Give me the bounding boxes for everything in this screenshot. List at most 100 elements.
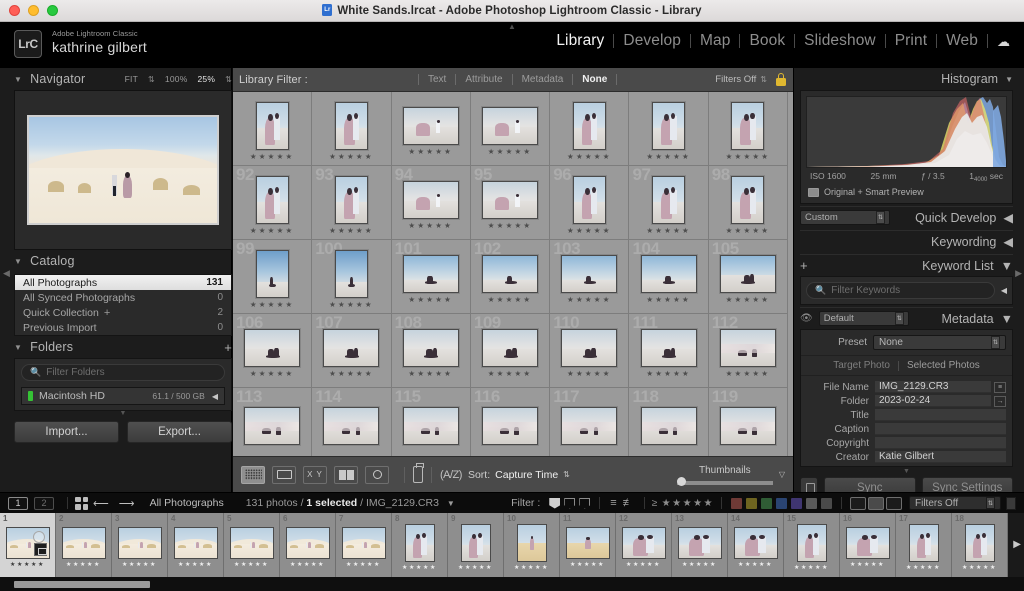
- filmstrip-cell-rating[interactable]: ★★★★★: [122, 562, 157, 569]
- thumbnail-size-control[interactable]: Thumbnails: [676, 465, 773, 486]
- grid-thumbnail[interactable]: [482, 328, 539, 367]
- filmstrip-cell[interactable]: 12 ★★★★★: [616, 513, 672, 577]
- eye-icon[interactable]: 👁: [800, 313, 813, 324]
- grid-thumbnail[interactable]: [652, 175, 686, 224]
- grid-cell[interactable]: 103 ★★★★★: [550, 240, 630, 314]
- list-icon[interactable]: ≡: [994, 381, 1006, 393]
- filter-folders-input[interactable]: 🔍 Filter Folders: [21, 364, 225, 381]
- grid-cell[interactable]: 98 ★★★★★: [708, 166, 789, 240]
- grid-cell[interactable]: ★★★★★: [550, 92, 630, 166]
- metadata-field-value[interactable]: 2023-02-24: [875, 395, 991, 407]
- filmstrip-thumbnail[interactable]: [516, 524, 547, 562]
- grid-cell-rating[interactable]: ★★★★★: [408, 369, 453, 378]
- grid-thumbnail[interactable]: [334, 101, 368, 150]
- grid-cell-rating[interactable]: ★★★★★: [726, 369, 771, 378]
- grid-thumbnail[interactable]: [640, 328, 697, 367]
- grid-thumbnail[interactable]: [561, 254, 618, 293]
- metadata-field-value[interactable]: [875, 409, 1006, 421]
- filmstrip-cell-rating[interactable]: ★★★★★: [962, 565, 997, 572]
- quick-develop-preset-select[interactable]: Custom ⇅: [800, 210, 890, 225]
- filmstrip-cell[interactable]: 15 ★★★★★: [784, 513, 840, 577]
- sort-stepper-icon[interactable]: ⇅: [563, 470, 570, 479]
- filters-off-label[interactable]: Filters Off: [715, 74, 756, 85]
- filmstrip-thumbnail[interactable]: [117, 527, 162, 559]
- edited-filter-icon[interactable]: ≡: [610, 497, 616, 509]
- filmstrip-cell-rating[interactable]: ★★★★★: [234, 562, 269, 569]
- filter-tab-text[interactable]: Text: [419, 74, 455, 85]
- smart-preview-badge-icon[interactable]: [33, 543, 47, 556]
- filmstrip-cell[interactable]: 17 ★★★★★: [896, 513, 952, 577]
- catalog-item-all-photographs[interactable]: All Photographs 131: [15, 275, 231, 290]
- filmstrip-thumbnail[interactable]: [61, 527, 106, 559]
- filmstrip-thumbnail[interactable]: [5, 527, 50, 559]
- grid-cell-rating[interactable]: ★★★★★: [567, 152, 612, 161]
- zoom-fit[interactable]: FIT: [125, 74, 138, 84]
- sort-az-icon[interactable]: (A/Z): [440, 469, 462, 481]
- filmstrip-cell[interactable]: 16 ★★★★★: [840, 513, 896, 577]
- color-label-green[interactable]: [761, 497, 772, 509]
- grid-thumbnail[interactable]: [402, 406, 459, 445]
- copy-status-virtual-icon[interactable]: [868, 496, 884, 510]
- stepper-icon[interactable]: ⇅: [876, 211, 885, 224]
- filmstrip-cell-rating[interactable]: ★★★★★: [458, 565, 493, 572]
- filmstrip-cell-rating[interactable]: ★★★★★: [794, 565, 829, 572]
- zoom-level[interactable]: 25%: [197, 74, 215, 84]
- grid-cell-rating[interactable]: ★★★★★: [726, 226, 771, 235]
- arrow-right-icon[interactable]: ⟶: [119, 497, 135, 510]
- grid-cell-rating[interactable]: ★★★★★: [567, 226, 612, 235]
- grid-thumbnail[interactable]: [334, 175, 368, 224]
- grid-cell[interactable]: ★★★★★: [233, 92, 313, 166]
- navigator-zoom-levels[interactable]: FIT ⇅ 100% 25% ⇅: [125, 74, 232, 84]
- grid-thumbnail[interactable]: [561, 406, 618, 445]
- filter-tab-attribute[interactable]: Attribute: [456, 74, 511, 85]
- grid-cell[interactable]: 118: [629, 388, 709, 456]
- grid-cell[interactable]: 102 ★★★★★: [470, 240, 551, 314]
- grid-cell[interactable]: 105 ★★★★★: [708, 240, 789, 314]
- grid-cell-rating[interactable]: ★★★★★: [488, 147, 533, 156]
- grid-cell-rating[interactable]: ★★★★★: [250, 300, 295, 309]
- catalog-item-quick-collection[interactable]: Quick Collection + 2: [15, 305, 231, 320]
- grid-cell[interactable]: 97 ★★★★★: [629, 166, 709, 240]
- cloud-icon[interactable]: ☁: [997, 35, 1010, 48]
- grid-thumbnail[interactable]: [323, 328, 380, 367]
- copy-status-video-icon[interactable]: [886, 496, 902, 510]
- badge-circle-icon[interactable]: [32, 531, 45, 543]
- flag-picked-icon[interactable]: [549, 497, 561, 509]
- module-develop[interactable]: Develop: [614, 32, 690, 50]
- filmstrip-cell-rating[interactable]: ★★★★★: [66, 562, 101, 569]
- grid-cell[interactable]: ★★★★★: [708, 92, 789, 166]
- chevron-down-icon[interactable]: ▼: [14, 257, 22, 266]
- flag-rejected-icon[interactable]: [579, 497, 591, 509]
- filter-toggle-icon[interactable]: [1006, 496, 1016, 510]
- loupe-view-icon[interactable]: [272, 465, 296, 484]
- filmstrip-cell-rating[interactable]: ★★★★★: [402, 565, 437, 572]
- grid-thumbnail[interactable]: [572, 101, 606, 150]
- grid-cell-rating[interactable]: ★★★★★: [646, 152, 691, 161]
- filmstrip-cell-rating[interactable]: ★★★★★: [850, 562, 885, 569]
- grid-thumbnail[interactable]: [334, 249, 368, 298]
- grid-cell-rating[interactable]: ★★★★★: [726, 152, 771, 161]
- filmstrip-thumbnail[interactable]: [229, 527, 274, 559]
- chevron-down-icon[interactable]: ▽: [779, 470, 785, 479]
- sort-value[interactable]: Capture Time: [495, 469, 558, 481]
- filmstrip-cell[interactable]: 10 ★★★★★: [504, 513, 560, 577]
- filmstrip-cell-rating[interactable]: ★★★★★: [10, 562, 45, 569]
- people-view-icon[interactable]: [365, 465, 389, 484]
- grid-cell-rating[interactable]: ★★★★★: [329, 369, 374, 378]
- thumbnail-size-slider[interactable]: [676, 476, 773, 486]
- filmstrip-thumbnail[interactable]: [341, 527, 386, 559]
- grid-cell-rating[interactable]: ★★★★★: [250, 152, 295, 161]
- folders-header[interactable]: ▼ Folders +: [14, 336, 232, 358]
- metadata-header[interactable]: 👁 Default ⇅ Metadata ▼: [800, 307, 1013, 329]
- filmstrip-cell[interactable]: 8 ★★★★★: [392, 513, 448, 577]
- filmstrip-cell[interactable]: 14 ★★★★★: [728, 513, 784, 577]
- histogram-header[interactable]: Histogram ▼: [800, 68, 1013, 90]
- tab-target-photo[interactable]: Target Photo: [833, 360, 890, 371]
- filmstrip-thumbnail[interactable]: [796, 524, 827, 562]
- metadata-field-value[interactable]: Katie Gilbert: [875, 451, 1006, 463]
- module-library[interactable]: Library: [547, 32, 613, 50]
- grid-thumbnail[interactable]: [402, 180, 459, 219]
- zoom-stepper-icon[interactable]: ⇅: [225, 75, 232, 84]
- grid-cell-rating[interactable]: ★★★★★: [250, 226, 295, 235]
- filmstrip-cell-rating[interactable]: ★★★★★: [570, 562, 605, 569]
